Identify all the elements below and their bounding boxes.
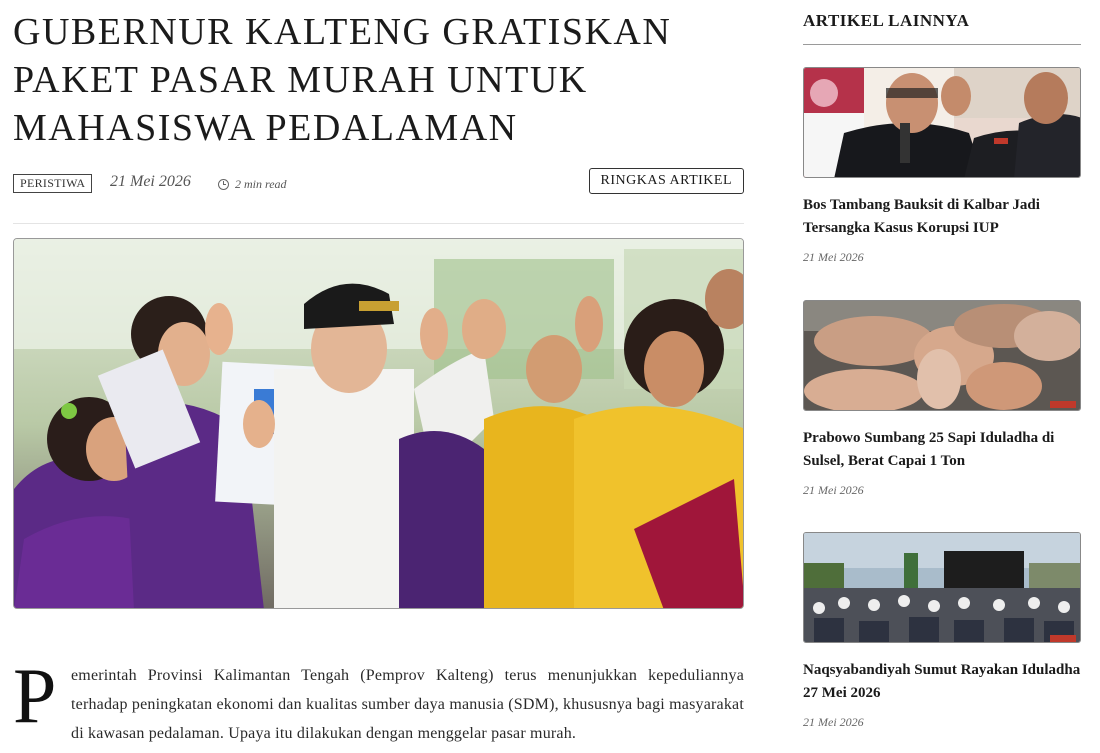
clock-icon	[218, 179, 229, 190]
related-article-date: 21 Mei 2026	[803, 483, 864, 497]
hero-photo	[14, 239, 743, 608]
related-articles-sidebar: ARTIKEL LAINNYA Bos Tambang Bauksit di K…	[803, 0, 1081, 729]
title-line: PAKET PASAR MURAH UNTUK	[13, 59, 588, 101]
hero-image	[13, 238, 744, 609]
read-time-label: 2 min read	[235, 177, 287, 191]
article-body: P emerintah Provinsi Kalimantan Tengah (…	[13, 652, 744, 748]
related-article-date: 21 Mei 2026	[803, 250, 864, 264]
drop-cap: P	[13, 652, 57, 739]
summarize-article-button[interactable]: RINGKAS ARTIKEL	[588, 168, 744, 194]
related-article-title[interactable]: Prabowo Sumbang 25 Sapi Iduladha di Suls…	[803, 427, 1081, 473]
related-article-date: 21 Mei 2026	[803, 715, 864, 729]
related-article-card[interactable]: Prabowo Sumbang 25 Sapi Iduladha di Suls…	[803, 300, 1081, 498]
read-time: 2 min read	[218, 177, 287, 192]
sidebar-heading: ARTIKEL LAINNYA	[803, 0, 1081, 45]
thumbnail-cattle	[804, 301, 1080, 410]
article-title: GUBERNUR KALTENG GRATISKAN PAKET PASAR M…	[13, 8, 744, 152]
title-line: MAHASISWA PEDALAMAN	[13, 107, 518, 149]
title-line: GUBERNUR KALTENG GRATISKAN	[13, 11, 672, 53]
thumbnail-eid-prayer	[804, 533, 1080, 642]
thumbnail-press-conference	[804, 68, 1080, 177]
related-article-title[interactable]: Bos Tambang Bauksit di Kalbar Jadi Tersa…	[803, 194, 1081, 240]
related-article-thumbnail[interactable]	[803, 532, 1081, 643]
related-article-thumbnail[interactable]	[803, 67, 1081, 178]
lead-paragraph: emerintah Provinsi Kalimantan Tengah (Pe…	[71, 667, 744, 742]
related-article-card[interactable]: Naqsyabandiyah Sumut Rayakan Iduladha 27…	[803, 532, 1081, 730]
related-article-title[interactable]: Naqsyabandiyah Sumut Rayakan Iduladha 27…	[803, 659, 1081, 705]
publish-date: 21 Mei 2026	[110, 173, 191, 190]
related-article-thumbnail[interactable]	[803, 300, 1081, 411]
related-article-card[interactable]: Bos Tambang Bauksit di Kalbar Jadi Tersa…	[803, 67, 1081, 265]
article-meta: PERISTIWA 21 Mei 2026 2 min read RINGKAS…	[13, 168, 744, 224]
category-badge[interactable]: PERISTIWA	[13, 174, 93, 193]
article-main: GUBERNUR KALTENG GRATISKAN PAKET PASAR M…	[13, 0, 744, 224]
